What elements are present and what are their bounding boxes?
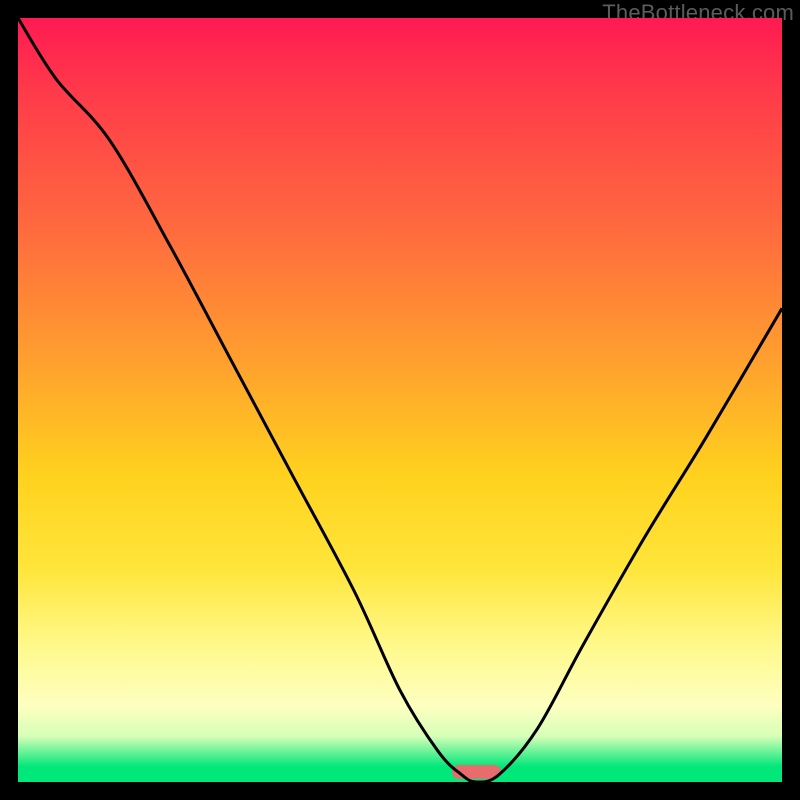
bottleneck-curve: [18, 18, 782, 782]
chart-frame: TheBottleneck.com: [0, 0, 800, 800]
plot-area: [18, 18, 782, 782]
curve-path: [18, 18, 782, 782]
